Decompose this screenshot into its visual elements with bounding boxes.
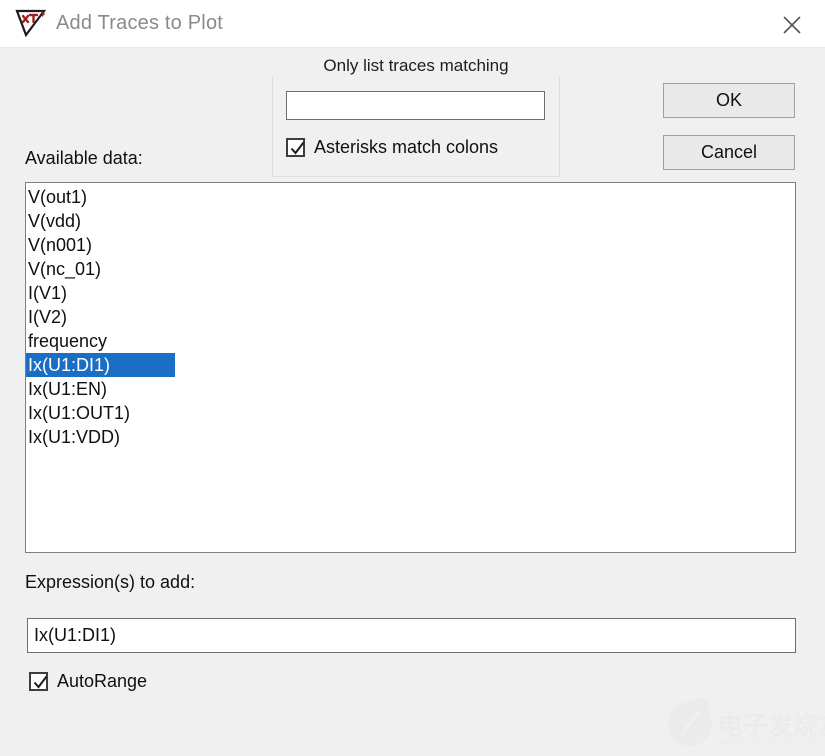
expression-input[interactable]: [27, 618, 796, 653]
ok-button[interactable]: OK: [663, 83, 795, 118]
autorange-label: AutoRange: [57, 671, 148, 691]
list-item[interactable]: frequency: [26, 329, 795, 353]
list-item[interactable]: Ix(U1:VDD): [26, 425, 795, 449]
autorange-checkbox[interactable]: AutoRange: [29, 671, 147, 692]
title-bar: Add Traces to Plot: [0, 0, 825, 48]
list-item[interactable]: I(V1): [26, 281, 795, 305]
filter-group-legend: Only list traces matching: [272, 56, 560, 76]
list-item[interactable]: V(n001): [26, 233, 795, 257]
list-item[interactable]: V(out1): [26, 185, 795, 209]
available-data-listbox[interactable]: V(out1) V(vdd) V(n001) V(nc_01) I(V1) I(V2) fr…: [25, 182, 796, 553]
close-icon[interactable]: [767, 4, 817, 46]
watermark-url-text: www.elecfans.com: [720, 736, 818, 748]
available-data-label: Available data:: [25, 148, 143, 168]
checkbox-box: [29, 672, 48, 691]
list-item[interactable]: Ix(U1:DI1): [26, 353, 175, 377]
asterisks-match-colons-checkbox[interactable]: Asterisks match colons: [286, 137, 498, 158]
ltspice-logo-icon: [14, 9, 48, 39]
list-item[interactable]: I(V2): [26, 305, 795, 329]
list-item[interactable]: Ix(U1:EN): [26, 377, 795, 401]
checkbox-box: [286, 138, 305, 157]
site-watermark: 电子发烧友 www.elecfans.com: [663, 697, 825, 756]
trace-filter-input[interactable]: [286, 91, 545, 120]
list-item[interactable]: V(vdd): [26, 209, 795, 233]
watermark-brand-text: 电子发烧友: [718, 712, 825, 740]
list-item[interactable]: Ix(U1:OUT1): [26, 401, 795, 425]
window-title: Add Traces to Plot: [56, 12, 224, 34]
cancel-button[interactable]: Cancel: [663, 135, 795, 170]
asterisks-match-colons-label: Asterisks match colons: [314, 137, 499, 157]
expression-label: Expression(s) to add:: [25, 572, 196, 592]
dialog-body: Only list traces matching Asterisks matc…: [0, 48, 825, 751]
list-item[interactable]: V(nc_01): [26, 257, 795, 281]
leaf-icon: [663, 697, 717, 751]
filter-group-box: [272, 65, 560, 177]
